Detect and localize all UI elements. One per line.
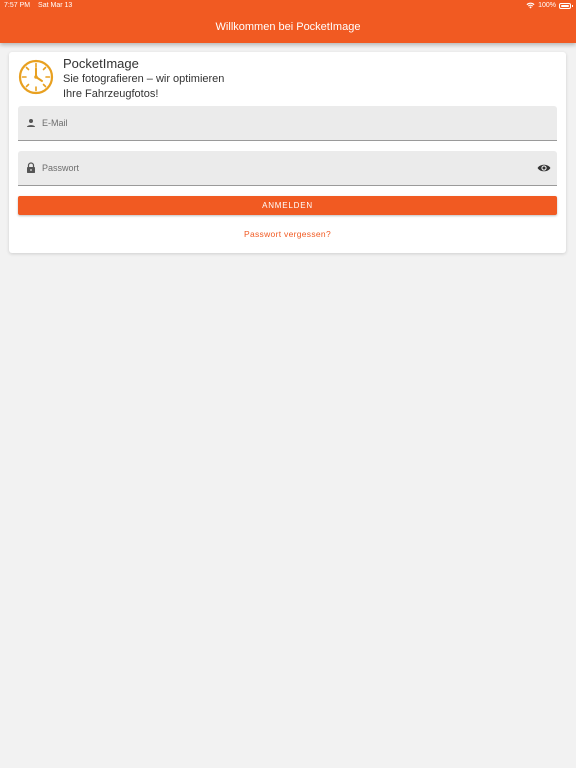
battery-percentage: 100%: [538, 2, 556, 9]
email-field: [18, 106, 557, 141]
forgot-password-link[interactable]: Passwort vergessen?: [9, 229, 566, 239]
password-input[interactable]: [42, 151, 522, 185]
brand-tagline: Sie fotografieren – wir optimieren Ihre …: [63, 73, 225, 100]
status-date: Sat Mar 13: [38, 2, 73, 9]
status-time: 7:57 PM: [4, 2, 31, 9]
brand-name: PocketImage: [63, 56, 139, 71]
lock-icon: [27, 162, 35, 173]
login-button[interactable]: ANMELDEN: [18, 196, 557, 215]
person-icon: [27, 119, 35, 127]
eye-icon[interactable]: [537, 162, 551, 174]
battery-icon: [559, 2, 573, 9]
email-input[interactable]: [42, 106, 522, 140]
wifi-icon: [526, 2, 535, 9]
password-field: [18, 151, 557, 186]
login-card: PocketImage Sie fotografieren – wir opti…: [9, 52, 566, 253]
app-title: Willkommen bei PocketImage: [215, 21, 361, 33]
app-bar: 7:57 PM Sat Mar 13 100% Willkommen bei P…: [0, 0, 576, 43]
status-bar: 7:57 PM Sat Mar 13 100%: [0, 0, 576, 12]
stopwatch-logo-icon: [18, 59, 54, 95]
